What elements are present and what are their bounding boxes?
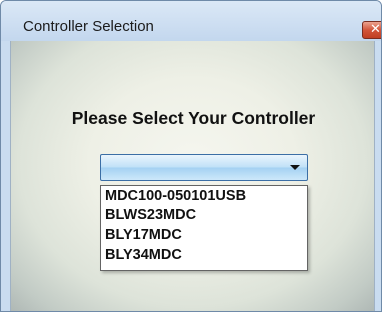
controller-option[interactable]: BLWS23MDC <box>105 207 196 223</box>
controller-dropdown-list: MDC100-050101USB BLWS23MDC BLY17MDC BLY3… <box>100 185 308 271</box>
close-button[interactable]: ✕ <box>362 21 381 39</box>
controller-option[interactable]: BLY17MDC <box>105 227 182 243</box>
select-prompt: Please Select Your Controller <box>71 108 316 128</box>
chevron-down-icon[interactable] <box>290 165 300 170</box>
client-area: Please Select Your Controller MDC100-050… <box>10 41 375 311</box>
window-title: Controller Selection <box>23 18 154 35</box>
close-icon: ✕ <box>370 22 381 37</box>
controller-selection-window: Controller Selection ✕ Please Select You… <box>0 0 382 312</box>
controller-select[interactable] <box>100 154 308 181</box>
title-bar[interactable]: Controller Selection ✕ <box>1 1 381 41</box>
controller-option[interactable]: BLY34MDC <box>105 247 182 263</box>
controller-option[interactable]: MDC100-050101USB <box>105 188 246 204</box>
